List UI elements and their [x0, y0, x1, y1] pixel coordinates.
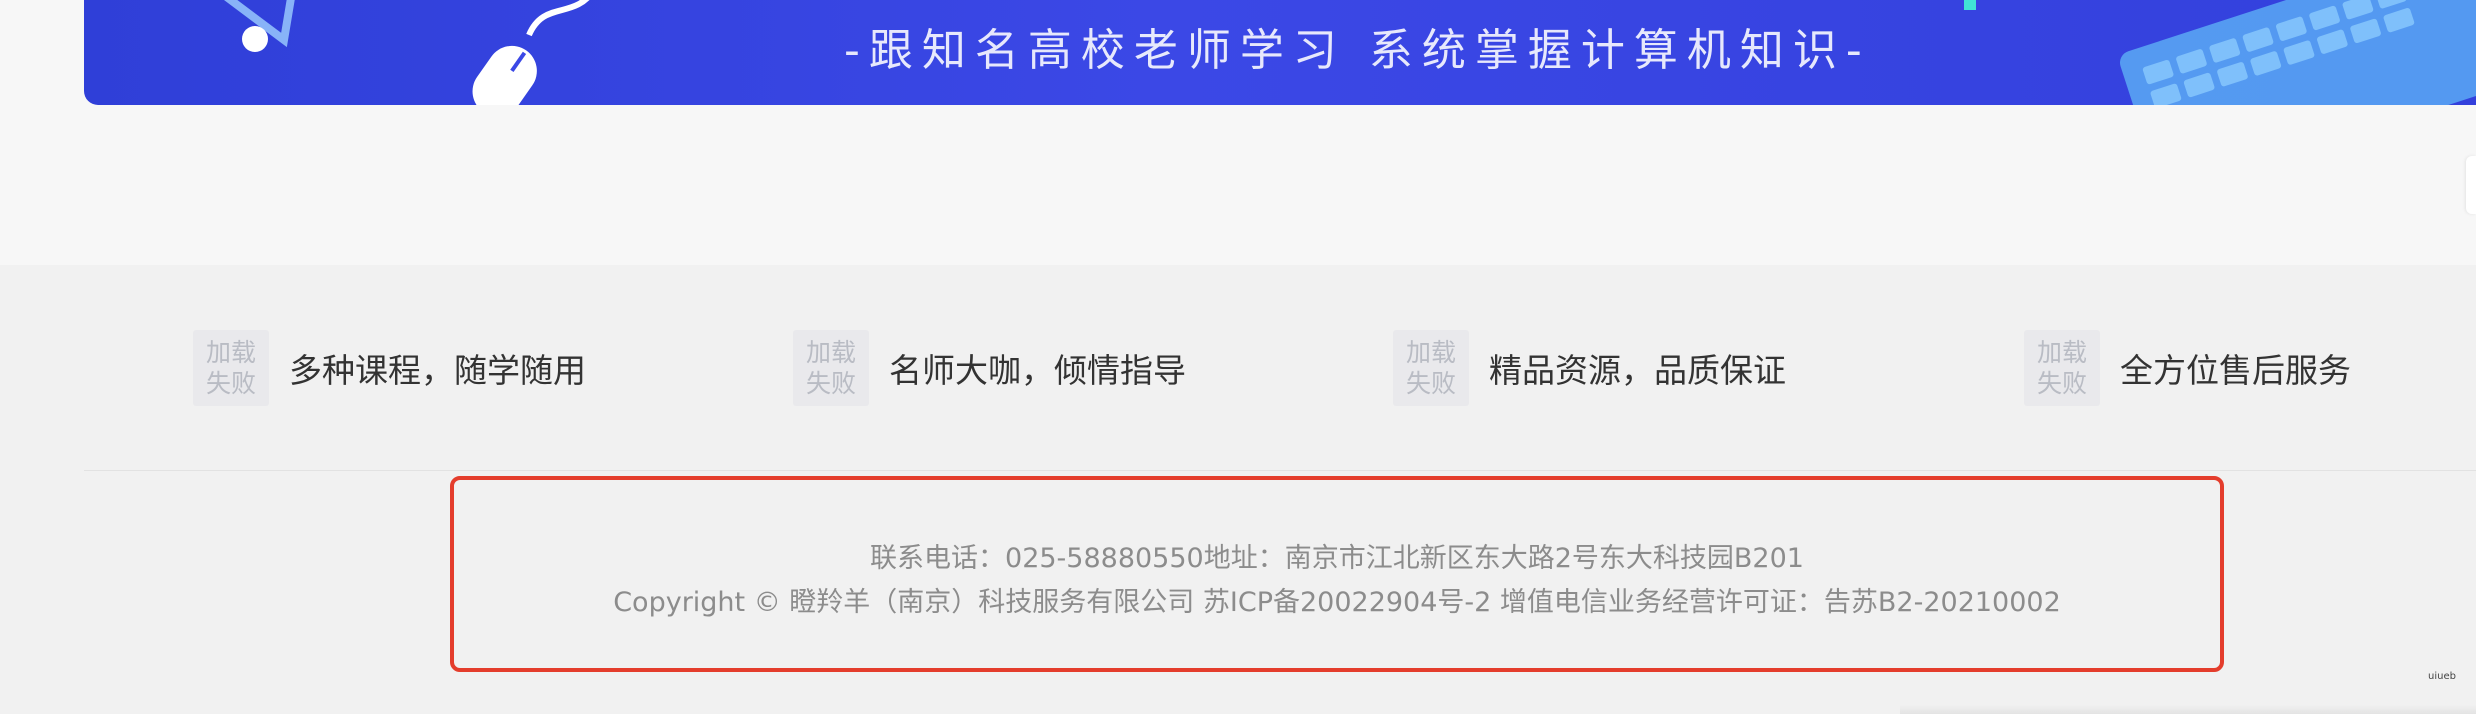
feature-text: 名师大咖，倾情指导 — [889, 351, 1186, 390]
content-spacer — [0, 105, 2476, 265]
computer-mouse-icon — [472, 0, 590, 105]
dot-decoration — [242, 26, 268, 52]
site-footer: 加载 失败 多种课程，随学随用 加载 失败 名师大咖，倾情指导 加载 失败 精品… — [0, 265, 2476, 714]
side-float-tab[interactable] — [2466, 156, 2476, 214]
feature-list: 加载 失败 多种课程，随学随用 加载 失败 名师大咖，倾情指导 加载 失败 精品… — [0, 330, 2476, 406]
feature-item: 加载 失败 名师大咖，倾情指导 — [793, 330, 1186, 406]
hero-banner[interactable]: -跟知名高校老师学习 系统掌握计算机知识- — [84, 0, 2476, 105]
contact-info: 联系电话：025-58880550地址：南京市江北新区东大路2号东大科技园B20… — [870, 543, 1804, 574]
bottom-shadow — [1900, 705, 2476, 714]
broken-image-icon: 加载 失败 — [193, 330, 269, 406]
feature-text: 精品资源，品质保证 — [1489, 351, 1786, 390]
feature-item: 加载 失败 精品资源，品质保证 — [1393, 330, 1786, 406]
feature-item: 加载 失败 多种课程，随学随用 — [193, 330, 586, 406]
feature-text: 全方位售后服务 — [2120, 351, 2351, 390]
footer-info-highlight: 联系电话：025-58880550地址：南京市江北新区东大路2号东大科技园B20… — [450, 476, 2224, 672]
feature-item: 加载 失败 全方位售后服务 — [2024, 330, 2351, 406]
broken-image-icon: 加载 失败 — [2024, 330, 2100, 406]
broken-image-icon: 加载 失败 — [793, 330, 869, 406]
accent-decoration — [1964, 0, 1976, 10]
broken-image-icon: 加载 失败 — [1393, 330, 1469, 406]
footer-divider — [84, 470, 2476, 471]
feature-text: 多种课程，随学随用 — [289, 351, 586, 390]
banner-slogan: -跟知名高校老师学习 系统掌握计算机知识- — [844, 25, 1871, 76]
watermark-text: uiueb — [2428, 671, 2456, 682]
copyright-info: Copyright © 瞪羚羊（南京）科技服务有限公司 苏ICP备2002290… — [613, 587, 2061, 618]
laptop-keyboard-icon — [2119, 0, 2476, 105]
